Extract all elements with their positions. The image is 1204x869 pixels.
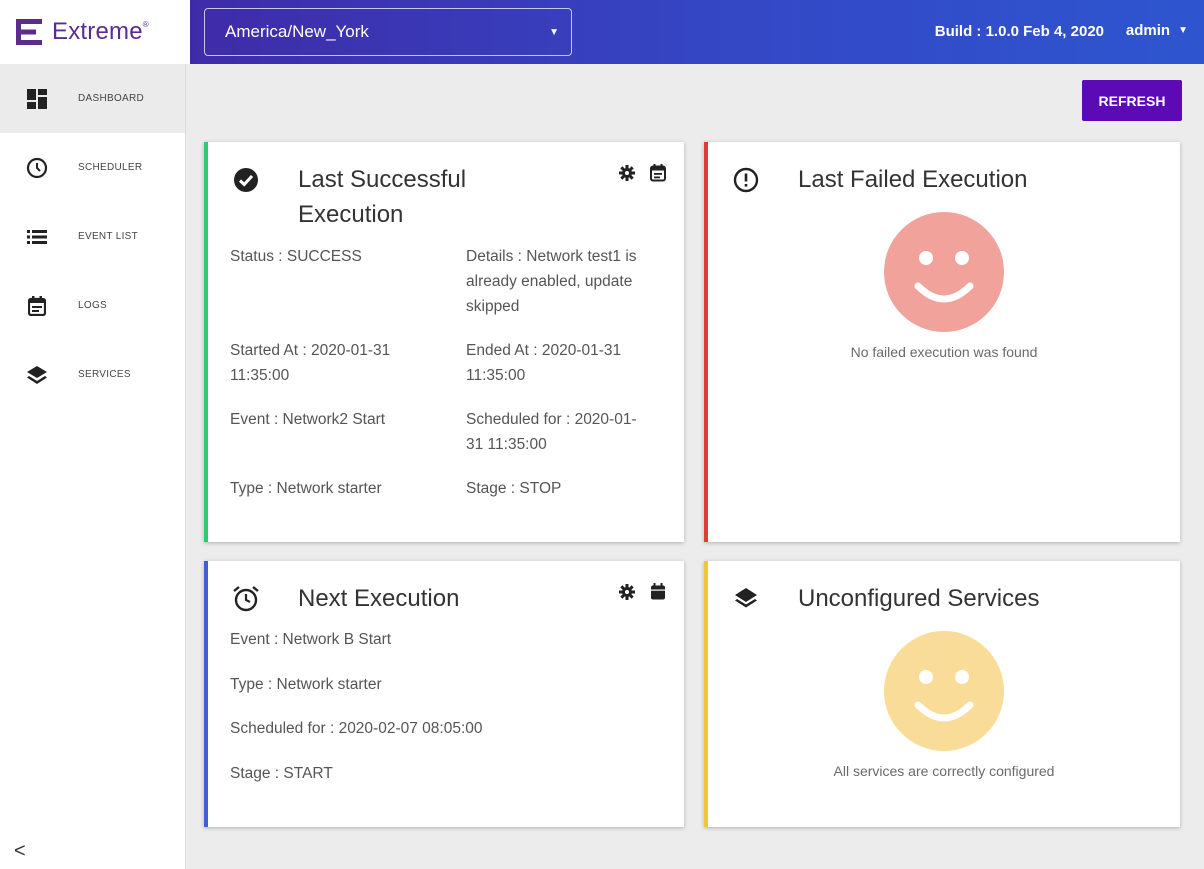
brand-name: Extreme® <box>52 18 149 45</box>
calendar-icon[interactable] <box>650 583 666 606</box>
sidebar-item-services[interactable]: SERVICES <box>0 340 185 409</box>
last-failed-execution-card: Last Failed Execution No failed executio… <box>704 142 1180 542</box>
sidebar-item-label: LOGS <box>78 300 107 311</box>
clock-icon <box>26 157 48 179</box>
status-field: Status : SUCCESS <box>230 248 362 265</box>
layers-icon <box>735 588 757 608</box>
type-field: Type : Network starter <box>230 480 382 497</box>
empty-state-message: No failed execution was found <box>850 344 1038 360</box>
user-menu[interactable]: admin ▼ <box>1126 22 1188 39</box>
stage-field: Stage : STOP <box>466 480 562 497</box>
sidebar-item-label: DASHBOARD <box>78 93 145 104</box>
top-header: America/New_York ▼ Build : 1.0.0 Feb 4, … <box>190 0 1204 64</box>
extreme-logo-icon <box>16 19 42 45</box>
brand-logo[interactable]: Extreme® <box>0 0 190 64</box>
sidebar-item-event-list[interactable]: EVENT LIST <box>0 202 185 271</box>
dashboard-icon <box>26 88 48 110</box>
check-circle-icon <box>234 168 258 192</box>
layers-icon <box>26 364 48 386</box>
gear-icon[interactable] <box>618 583 636 606</box>
collapse-sidebar-button[interactable]: < <box>14 840 26 863</box>
timezone-value: America/New_York <box>225 22 369 41</box>
sidebar-item-label: SERVICES <box>78 369 131 380</box>
card-title: Next Execution <box>298 585 460 612</box>
unconfigured-services-card: Unconfigured Services All services are c… <box>704 561 1180 827</box>
scheduled-for-field: Scheduled for : 2020-02-07 08:05:00 <box>230 720 483 737</box>
smiley-icon <box>884 212 1004 332</box>
caret-down-icon: ▼ <box>1178 25 1188 36</box>
sidebar-item-dashboard[interactable]: DASHBOARD <box>0 64 185 133</box>
card-title: Last Successful Execution <box>298 166 467 228</box>
next-execution-card: Next Execution Event : Network B Start T… <box>204 561 684 827</box>
calendar-icon[interactable] <box>650 164 666 187</box>
dashboard-main: REFRESH Last Successful Execution Status… <box>186 64 1204 869</box>
alarm-clock-icon <box>233 586 259 612</box>
calendar-icon <box>26 295 48 317</box>
started-at-field: Started At : 2020-01-31 11:35:00 <box>230 342 391 384</box>
alert-circle-icon <box>733 167 759 193</box>
type-field: Type : Network starter <box>230 676 382 693</box>
event-field: Event : Network B Start <box>230 631 392 648</box>
empty-state-message: All services are correctly configured <box>833 763 1055 779</box>
timezone-select[interactable]: America/New_York ▼ <box>204 8 572 56</box>
build-info: Build : 1.0.0 Feb 4, 2020 <box>934 23 1104 40</box>
scheduled-for-field: Scheduled for : 2020-01- 31 11:35:00 <box>466 411 637 453</box>
last-successful-execution-card: Last Successful Execution Status : SUCCE… <box>204 142 684 542</box>
list-icon <box>26 226 48 248</box>
smiley-icon <box>884 631 1004 751</box>
sidebar-item-label: SCHEDULER <box>78 162 143 173</box>
gear-icon[interactable] <box>618 164 636 187</box>
sidebar-item-logs[interactable]: LOGS <box>0 271 185 340</box>
card-actions <box>618 164 666 187</box>
card-title: Last Failed Execution <box>798 166 1028 193</box>
user-name: admin <box>1125 22 1171 39</box>
ended-at-field: Ended At : 2020-01-31 11:35:00 <box>466 342 622 384</box>
refresh-button[interactable]: REFRESH <box>1082 80 1182 121</box>
sidebar-item-label: EVENT LIST <box>78 231 139 242</box>
event-field: Event : Network2 Start <box>230 411 386 428</box>
card-actions <box>618 583 666 606</box>
sidebar-item-scheduler[interactable]: SCHEDULER <box>0 133 185 202</box>
chevron-down-icon: ▼ <box>549 26 559 38</box>
stage-field: Stage : START <box>230 765 333 782</box>
details-field: Details : Network test1 is already enabl… <box>466 248 637 315</box>
sidebar: DASHBOARD SCHEDULER EVENT LIST LOGS SERV… <box>0 64 186 869</box>
card-title: Unconfigured Services <box>798 585 1040 612</box>
